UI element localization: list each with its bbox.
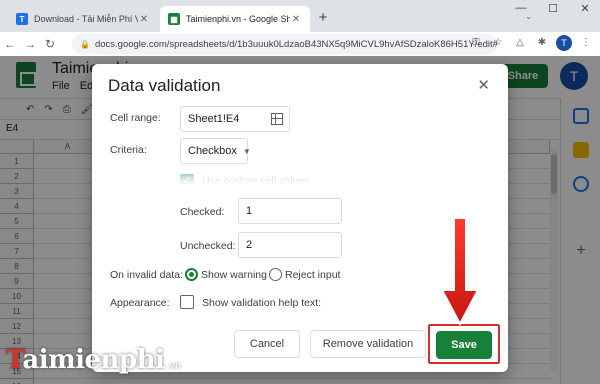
reject-input-label: Reject input: [285, 269, 341, 281]
close-tab-icon[interactable]: ✕: [138, 14, 150, 25]
checked-value-input[interactable]: 1: [238, 198, 342, 224]
select-range-icon[interactable]: [271, 113, 283, 125]
checked-value: 1: [246, 205, 253, 217]
new-tab-button[interactable]: +: [314, 9, 332, 27]
minimize-icon[interactable]: —: [514, 2, 528, 15]
checked-label: Checked:: [180, 206, 225, 218]
forward-icon[interactable]: →: [20, 37, 40, 51]
cancel-button[interactable]: Cancel: [234, 330, 300, 358]
profile-avatar[interactable]: T: [556, 35, 572, 51]
show-warning-radio[interactable]: [185, 268, 198, 281]
red-arrow-annotation: [440, 218, 480, 326]
tab-strip: T Download - Tải Miễn Phí VN - Ph ✕ ▦ Ta…: [0, 0, 600, 32]
address-bar[interactable]: 🔒 docs.google.com/spreadsheets/d/1b3uuuk…: [72, 34, 498, 54]
criteria-dropdown[interactable]: Checkbox ▼: [180, 138, 251, 164]
cell-range-input[interactable]: Sheet1!E4: [180, 106, 290, 132]
browser-tab-download[interactable]: T Download - Tải Miễn Phí VN - Ph ✕: [8, 6, 158, 32]
cell-range-value: Sheet1!E4: [188, 113, 240, 125]
menu-kebab-icon[interactable]: ⋮: [578, 35, 594, 51]
browser-toolbar: ← → ↻ 🔒 docs.google.com/spreadsheets/d/1…: [0, 32, 600, 56]
sheets-favicon-icon: ▦: [168, 13, 180, 25]
reload-icon[interactable]: ↻: [40, 37, 60, 51]
unchecked-value: 2: [246, 239, 253, 251]
watermark-brand: Taimienphi: [6, 345, 165, 375]
browser-tab-sheets[interactable]: ▦ Taimienphi.vn - Google Sheets ✕: [160, 6, 310, 32]
appearance-label: Appearance:: [110, 297, 170, 309]
help-text-label: Show validation help text:: [202, 297, 322, 309]
taimienphi-favicon-icon: T: [16, 13, 28, 25]
cell-range-label: Cell range:: [110, 112, 161, 124]
close-tab-icon[interactable]: ✕: [290, 14, 302, 25]
star-icon[interactable]: ☆: [490, 35, 506, 51]
drive-icon[interactable]: △: [512, 35, 528, 51]
invalid-data-label: On invalid data:: [110, 269, 183, 281]
dialog-title: Data validation: [108, 76, 221, 95]
tab-title: Download - Tải Miễn Phí VN - Ph: [34, 14, 138, 24]
remove-validation-button[interactable]: Remove validation: [310, 330, 426, 358]
criteria-label: Criteria:: [110, 144, 147, 156]
lock-icon: 🔒: [80, 39, 90, 49]
close-window-icon[interactable]: ✕: [578, 2, 592, 15]
back-icon[interactable]: ←: [0, 37, 20, 51]
extensions-icon[interactable]: ✱: [534, 35, 550, 51]
tab-title: Taimienphi.vn - Google Sheets: [186, 14, 290, 24]
reject-input-radio[interactable]: [269, 268, 282, 281]
key-icon[interactable]: ⚿: [468, 35, 484, 51]
save-button[interactable]: Save: [436, 331, 492, 359]
unchecked-value-input[interactable]: 2: [238, 232, 342, 258]
show-warning-label: Show warning: [201, 269, 267, 281]
watermark-tld: .vn: [166, 360, 182, 372]
watermark-logo: Taimienphi .vn: [6, 346, 181, 374]
close-icon[interactable]: ✕: [477, 76, 490, 94]
unchecked-label: Unchecked:: [180, 240, 236, 252]
chevron-down-icon: ▼: [242, 146, 251, 156]
criteria-value: Checkbox: [188, 145, 237, 157]
url-text: docs.google.com/spreadsheets/d/1b3uuuk0L…: [94, 38, 498, 50]
maximize-icon[interactable]: ☐: [546, 2, 560, 15]
help-text-checkbox[interactable]: [180, 295, 194, 309]
